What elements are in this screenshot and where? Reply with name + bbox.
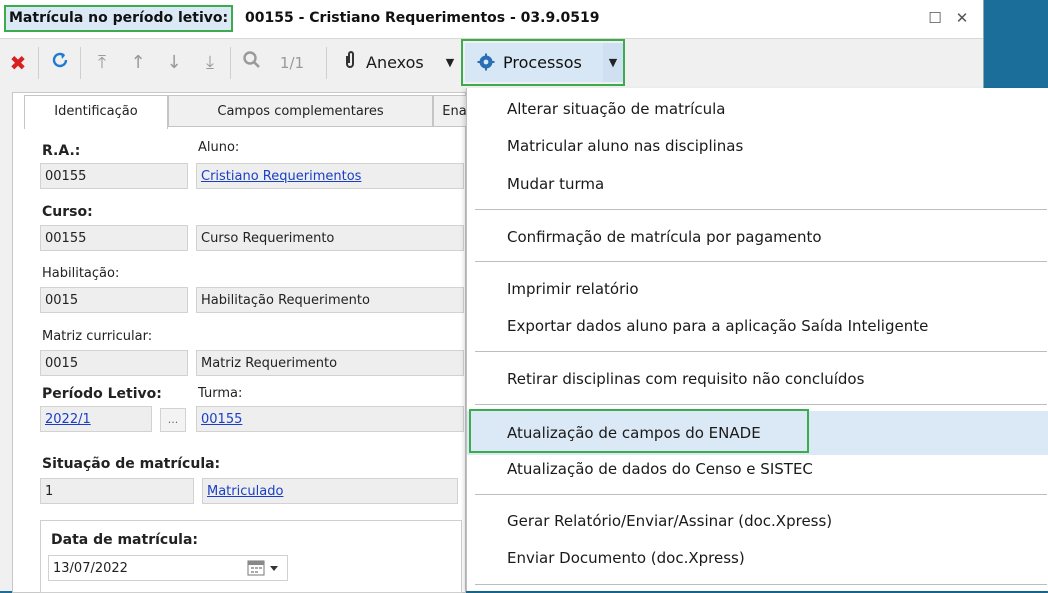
chevron-down-icon[interactable]: ▼: [442, 50, 458, 76]
aluno-label: Aluno:: [198, 140, 240, 155]
gear-icon: [477, 53, 495, 71]
anexos-button[interactable]: Anexos: [366, 50, 436, 76]
matriz-code-field[interactable]: 0015: [40, 350, 188, 376]
first-record-icon[interactable]: ⤒: [90, 50, 114, 76]
menu-item-enviar-documento-docxpress[interactable]: Enviar Documento (doc.Xpress): [507, 541, 745, 575]
curso-label: Curso:: [42, 204, 93, 220]
processos-button[interactable]: Processos: [465, 43, 603, 82]
calendar-icon[interactable]: [246, 558, 284, 578]
menu-item-retirar-disciplinas[interactable]: Retirar disciplinas com requisito não co…: [507, 362, 864, 396]
maximize-icon[interactable]: ☐: [925, 8, 945, 28]
processos-menu: Alterar situação de matrícula Matricular…: [466, 88, 1048, 591]
menu-item-gerar-relatorio-docxpress[interactable]: Gerar Relatório/Enviar/Assinar (doc.Xpre…: [507, 504, 832, 538]
periodo-link[interactable]: 2022/1: [40, 406, 152, 432]
turma-link[interactable]: 00155: [196, 406, 464, 432]
menu-separator: [475, 584, 1047, 585]
turma-label: Turma:: [198, 386, 243, 401]
menu-item-matricular-disciplinas[interactable]: Matricular aluno nas disciplinas: [507, 129, 743, 163]
periodo-lookup-button[interactable]: ...: [160, 408, 186, 432]
menu-separator: [475, 209, 1047, 210]
last-record-icon[interactable]: ⤓: [198, 50, 222, 76]
paperclip-icon: [340, 50, 360, 76]
menu-separator: [475, 494, 1047, 495]
situacao-code-field[interactable]: 1: [40, 478, 194, 504]
matriz-label: Matriz curricular:: [42, 329, 153, 344]
habilitacao-code-field[interactable]: 0015: [40, 287, 188, 313]
title-bar: Matrícula no período letivo: 00155 - Cri…: [0, 0, 983, 39]
ra-label: R.A.:: [42, 143, 81, 159]
menu-item-atualizacao-enade[interactable]: Atualização de campos do ENADE: [507, 416, 761, 450]
tab-campos-complementares[interactable]: Campos complementares: [168, 95, 433, 127]
ra-field[interactable]: 00155: [40, 163, 188, 189]
menu-item-imprimir-relatorio[interactable]: Imprimir relatório: [507, 272, 639, 306]
habilitacao-label: Habilitação:: [42, 266, 120, 281]
page-indicator: 1/1: [279, 54, 305, 72]
data-matricula-label: Data de matrícula:: [51, 532, 199, 548]
menu-item-exportar-saida-inteligente[interactable]: Exportar dados aluno para a aplicação Sa…: [507, 309, 928, 343]
periodo-label: Período Letivo:: [42, 386, 162, 402]
close-icon[interactable]: ✕: [952, 8, 972, 28]
curso-name-field: Curso Requerimento: [196, 225, 464, 251]
menu-item-mudar-turma[interactable]: Mudar turma: [507, 167, 604, 201]
menu-item-atualizacao-censo[interactable]: Atualização de dados do Censo e SISTEC: [507, 452, 813, 486]
next-record-icon[interactable]: ↓: [162, 50, 186, 76]
menu-item-alterar-situacao[interactable]: Alterar situação de matrícula: [507, 92, 725, 126]
window-title-prefix: Matrícula no período letivo:: [4, 5, 234, 32]
processos-label: Processos: [503, 53, 582, 72]
chevron-down-icon[interactable]: ▼: [603, 43, 623, 82]
menu-separator: [475, 351, 1047, 352]
habilitacao-name-field: Habilitação Requerimento: [196, 287, 464, 313]
toolbar-separator: [326, 47, 327, 79]
situacao-link[interactable]: Matriculado: [202, 478, 458, 504]
search-icon[interactable]: [240, 50, 264, 76]
menu-item-confirmacao-pagamento[interactable]: Confirmação de matrícula por pagamento: [507, 220, 822, 254]
matriz-name-field: Matriz Requerimento: [196, 350, 464, 376]
toolbar-separator: [38, 47, 39, 79]
toolbar-separator: [230, 47, 231, 79]
menu-separator: [475, 404, 1047, 405]
curso-code-field[interactable]: 00155: [40, 225, 188, 251]
previous-record-icon[interactable]: ↑: [126, 50, 150, 76]
menu-separator: [475, 261, 1047, 262]
window-title: 00155 - Cristiano Requerimentos - 03.9.0…: [245, 10, 600, 26]
situacao-label: Situação de matrícula:: [42, 456, 221, 472]
delete-icon[interactable]: ✖: [6, 50, 30, 76]
aluno-link[interactable]: Cristiano Requerimentos: [196, 163, 464, 189]
toolbar-separator: [80, 47, 81, 79]
processos-button-group: Processos ▼: [461, 39, 625, 86]
tab-identificacao[interactable]: Identificação: [24, 95, 168, 129]
refresh-icon[interactable]: [48, 50, 72, 76]
